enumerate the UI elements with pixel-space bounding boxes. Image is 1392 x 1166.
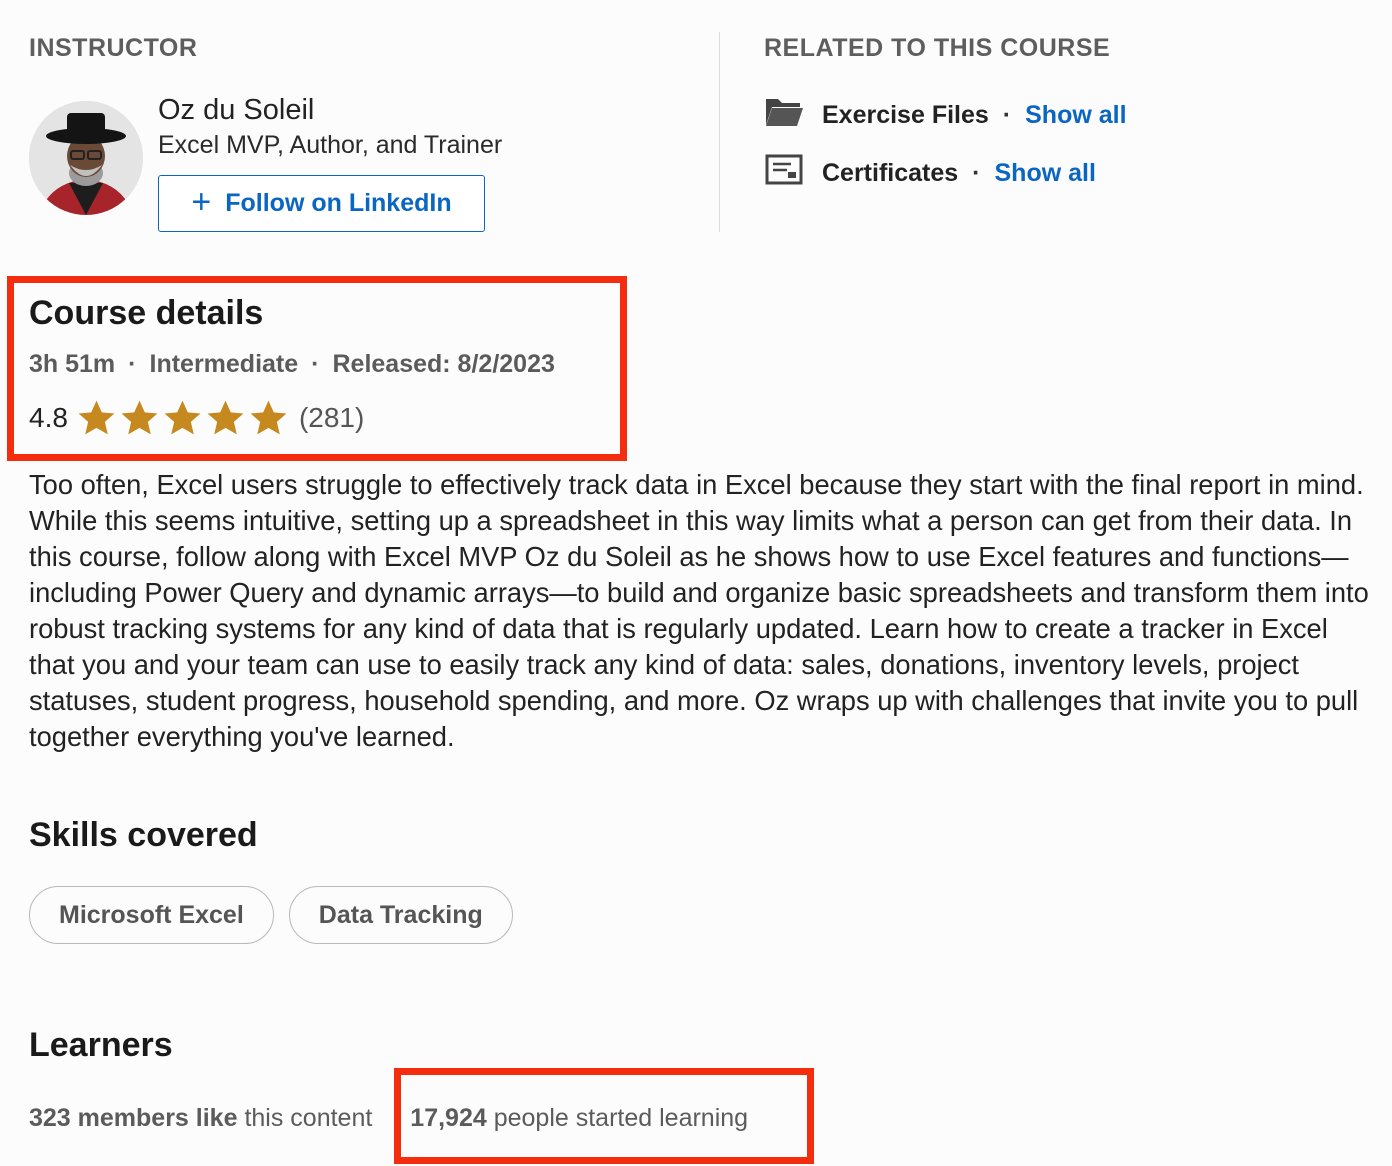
plus-icon: + [191,183,212,221]
star-icon [164,400,201,434]
skill-pill-data-tracking[interactable]: Data Tracking [288,886,513,944]
course-description: Too often, Excel users struggle to effec… [29,469,1369,752]
skills-list: Microsoft Excel Data Tracking [29,886,513,944]
skill-pill-microsoft-excel[interactable]: Microsoft Excel [29,886,274,944]
course-duration: 3h 51m [29,350,116,378]
star-icon [207,400,244,434]
certificates-show-all-link[interactable]: Show all [995,159,1096,188]
related-exercise-files: Exercise Files · Show all [764,95,1127,135]
exercise-files-label: Exercise Files [822,100,989,129]
exercise-files-show-all-link[interactable]: Show all [1025,101,1126,130]
star-icon [250,400,287,434]
likes-suffix: this content [244,1104,373,1132]
started-count: 17,924 [410,1104,487,1132]
separator-dot: · [1002,100,1012,129]
separator-dot: · [972,158,981,187]
rating-value: 4.8 [29,402,68,433]
course-rating: 4.8 (281) [29,396,364,440]
instructor-section-label: INSTRUCTOR [29,34,198,62]
instructor-avatar[interactable] [29,101,143,215]
course-details-title: Course details [29,294,264,332]
learners-title: Learners [29,1026,173,1064]
follow-label: Follow on LinkedIn [225,189,452,217]
separator-dot: · [128,350,137,378]
learners-stats: 323 members like this content 17,924 peo… [29,1104,748,1133]
rating-stars [76,398,289,439]
course-meta: 3h 51m · Intermediate · Released: 8/2/20… [29,350,555,379]
related-certificates: Certificates · Show all [764,153,1096,193]
follow-on-linkedin-button[interactable]: + Follow on LinkedIn [158,175,485,232]
separator-dot: · [311,350,320,378]
instructor-title: Excel MVP, Author, and Trainer [158,131,503,159]
skills-title: Skills covered [29,816,258,854]
likes-count: 323 members like [29,1104,238,1132]
started-suffix: people started learning [493,1104,749,1132]
course-release-date: Released: 8/2/2023 [332,350,555,378]
instructor-name[interactable]: Oz du Soleil [158,94,314,127]
related-section-label: RELATED TO THIS COURSE [764,34,1111,62]
folder-icon [764,95,804,136]
star-icon [121,400,158,434]
rating-count: (281) [298,402,365,433]
course-level: Intermediate [149,350,299,378]
star-icon [78,400,115,434]
certificate-icon [764,153,804,194]
certificates-label: Certificates [822,158,959,187]
section-divider [719,32,720,232]
